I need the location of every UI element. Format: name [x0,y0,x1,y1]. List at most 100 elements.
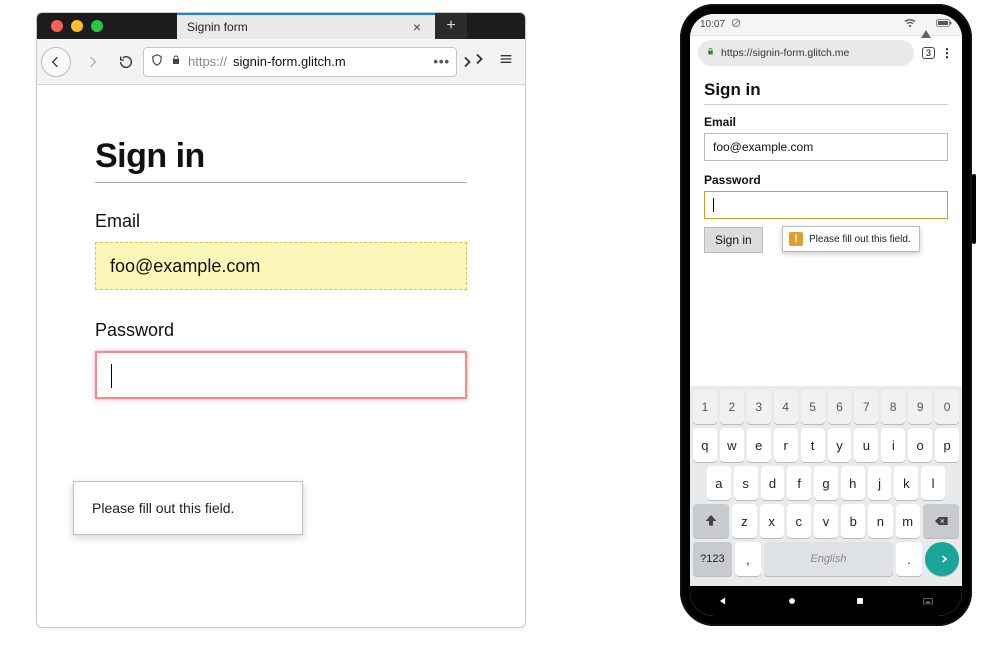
reload-button[interactable] [109,45,143,79]
desktop-browser-window: Signin form × + https:// [36,12,526,628]
key-f[interactable]: f [787,466,811,500]
overflow-chevron-icon[interactable] [457,45,491,79]
password-input[interactable] [95,351,467,399]
key-7[interactable]: 7 [854,390,878,424]
backspace-key[interactable] [923,504,959,538]
symbols-key[interactable]: ?123 [693,542,732,576]
mobile-address-bar[interactable]: https://signin-form.glitch.me [698,40,914,66]
key-v[interactable]: v [814,504,838,538]
space-key[interactable]: English [764,542,893,576]
key-t[interactable]: t [801,428,825,462]
key-4[interactable]: 4 [774,390,798,424]
key-3[interactable]: 3 [747,390,771,424]
phone-device-frame: 10:07 [680,4,972,626]
key-j[interactable]: j [868,466,892,500]
key-8[interactable]: 8 [881,390,905,424]
mobile-password-label: Password [704,173,948,187]
key-1[interactable]: 1 [693,390,717,424]
key-u[interactable]: u [854,428,878,462]
forward-button[interactable] [75,45,109,79]
key-g[interactable]: g [814,466,838,500]
key-k[interactable]: k [894,466,918,500]
address-bar[interactable]: https:// signin-form.glitch.m ••• [143,47,457,77]
browser-tab[interactable]: Signin form × [177,13,435,39]
mobile-validation-tooltip: ! Please fill out this field. [782,226,920,252]
kb-row-1: qwertyuiop [693,428,959,462]
go-key[interactable] [925,542,959,576]
key-z[interactable]: z [732,504,756,538]
back-button[interactable] [41,47,71,77]
window-close-icon[interactable] [51,20,63,32]
soft-keyboard[interactable]: 1234567890 qwertyuiop asdfghjkl zxcvbnm … [690,386,962,586]
key-r[interactable]: r [774,428,798,462]
warning-icon: ! [789,232,803,246]
period-key[interactable]: . [896,542,922,576]
key-a[interactable]: a [707,466,731,500]
key-e[interactable]: e [747,428,771,462]
nav-recent-icon[interactable] [853,594,867,608]
email-input[interactable]: foo@example.com [95,242,467,290]
password-label: Password [95,320,467,341]
status-bar: 10:07 [690,14,962,36]
mobile-validation-message: Please fill out this field. [809,234,911,245]
key-q[interactable]: q [693,428,717,462]
tab-title: Signin form [187,20,409,34]
mobile-page-heading: Sign in [704,80,948,100]
key-6[interactable]: 6 [828,390,852,424]
battery-icon [936,18,952,31]
key-w[interactable]: w [720,428,744,462]
mobile-password-input[interactable] [704,191,948,219]
key-m[interactable]: m [896,504,920,538]
key-n[interactable]: n [868,504,892,538]
key-l[interactable]: l [921,466,945,500]
wifi-icon [904,18,916,31]
mobile-email-input[interactable]: foo@example.com [704,133,948,161]
nav-home-icon[interactable] [785,594,799,608]
kb-row-numbers: 1234567890 [693,390,959,424]
key-d[interactable]: d [761,466,785,500]
key-o[interactable]: o [908,428,932,462]
mobile-menu-button[interactable]: ⋮ [941,46,952,60]
key-0[interactable]: 0 [935,390,959,424]
page-actions-icon[interactable]: ••• [433,54,450,69]
key-x[interactable]: x [760,504,784,538]
browser-toolbar: https:// signin-form.glitch.m ••• [37,39,525,85]
tracking-shield-icon[interactable] [150,53,164,70]
validation-tooltip: Please fill out this field. [73,481,303,535]
key-c[interactable]: c [787,504,811,538]
shift-key[interactable] [693,504,729,538]
page-heading: Sign in [95,137,467,176]
mobile-url: https://signin-form.glitch.me [721,47,906,59]
kb-row-2: asdfghjkl [693,466,959,500]
tab-count-button[interactable]: 3 [922,47,935,59]
tab-close-icon[interactable]: × [409,19,425,35]
menu-button[interactable] [491,51,521,72]
key-9[interactable]: 9 [908,390,932,424]
lock-icon[interactable] [170,54,182,69]
signin-button[interactable]: Sign in [704,227,763,253]
android-nav-bar [690,586,962,616]
nav-back-icon[interactable] [717,594,731,608]
window-titlebar: Signin form × + [37,13,525,39]
key-h[interactable]: h [841,466,865,500]
url-protocol: https:// [188,54,227,69]
mobile-email-label: Email [704,115,948,129]
mobile-heading-divider [704,104,948,105]
new-tab-button[interactable]: + [435,13,467,39]
nav-keyboard-icon[interactable] [921,594,935,608]
window-maximize-icon[interactable] [91,20,103,32]
key-2[interactable]: 2 [720,390,744,424]
key-p[interactable]: p [935,428,959,462]
kb-row-3: zxcvbnm [693,504,959,538]
key-s[interactable]: s [734,466,758,500]
url-host: signin-form.glitch.m [233,54,427,69]
signal-icon [921,19,931,30]
key-5[interactable]: 5 [801,390,825,424]
key-i[interactable]: i [881,428,905,462]
window-minimize-icon[interactable] [71,20,83,32]
comma-key[interactable]: , [735,542,761,576]
key-b[interactable]: b [841,504,865,538]
key-y[interactable]: y [828,428,852,462]
email-input-value: foo@example.com [110,256,260,276]
page-content: Sign in Email foo@example.com Password [37,85,525,399]
